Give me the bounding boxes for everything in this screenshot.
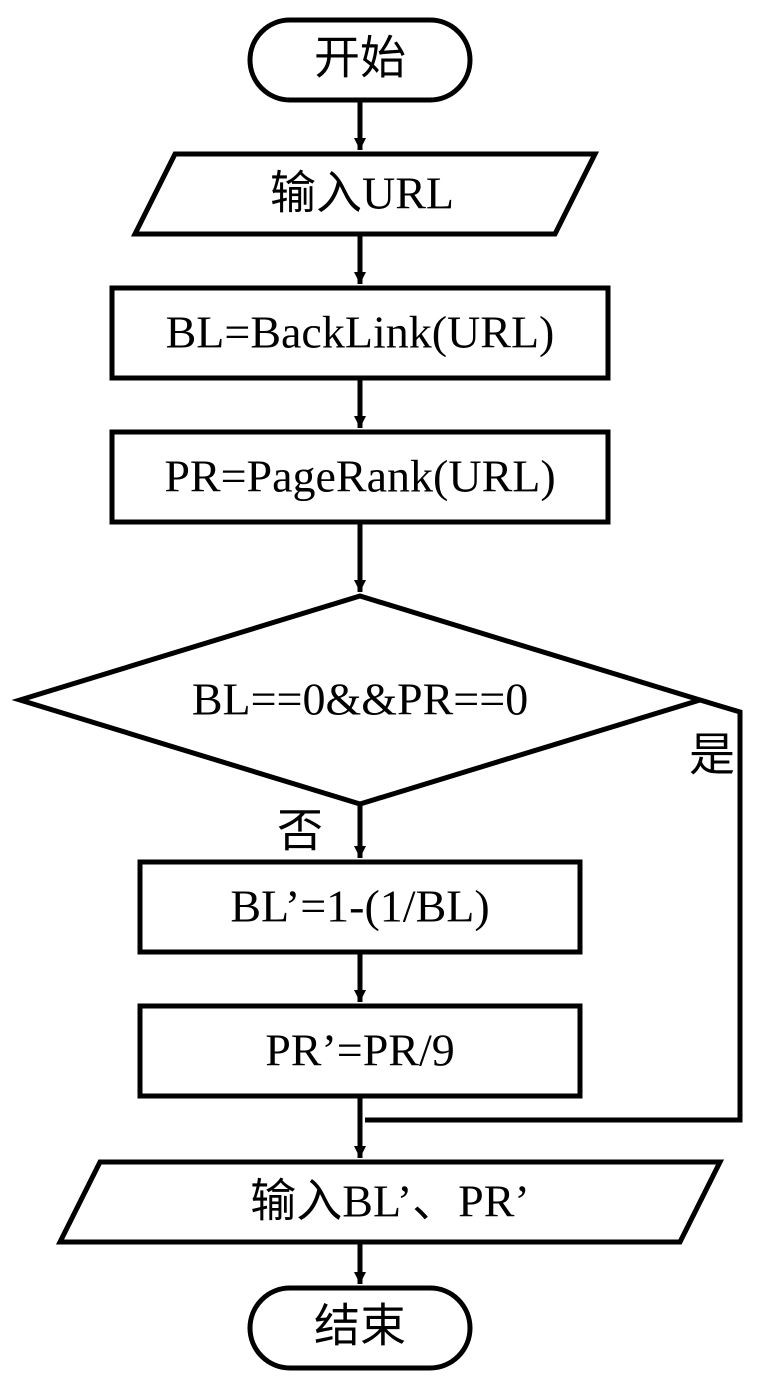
start-node: 开始 (250, 20, 470, 100)
proc2-node: PR=PageRank(URL) (112, 432, 608, 522)
decision-node: BL==0&&PR==0 (20, 596, 700, 804)
proc1-node: BL=BackLink(URL) (112, 288, 608, 378)
proc1-label: BL=BackLink(URL) (166, 307, 555, 358)
branch-no-label: 否 (277, 806, 323, 857)
proc3-label: BL’=1-(1/BL) (230, 881, 489, 932)
decision-label: BL==0&&PR==0 (192, 674, 528, 725)
flowchart-svg: 开始 输入URL BL=BackLink(URL) PR=PageRank(UR… (0, 0, 782, 1376)
proc4-label: PR’=PR/9 (265, 1025, 455, 1076)
branch-yes-label: 是 (689, 730, 735, 781)
flowchart-canvas: 开始 输入URL BL=BackLink(URL) PR=PageRank(UR… (0, 0, 782, 1376)
input-node: 输入URL (135, 154, 595, 234)
proc4-node: PR’=PR/9 (140, 1006, 580, 1096)
proc2-label: PR=PageRank(URL) (164, 451, 555, 502)
output-node: 输入BL’、PR’ (60, 1162, 720, 1242)
output-label: 输入BL’、PR’ (250, 1176, 529, 1227)
end-label: 结束 (314, 1301, 406, 1352)
start-label: 开始 (314, 33, 406, 84)
proc3-node: BL’=1-(1/BL) (140, 862, 580, 952)
input-label: 输入URL (270, 168, 454, 219)
end-node: 结束 (250, 1288, 470, 1368)
